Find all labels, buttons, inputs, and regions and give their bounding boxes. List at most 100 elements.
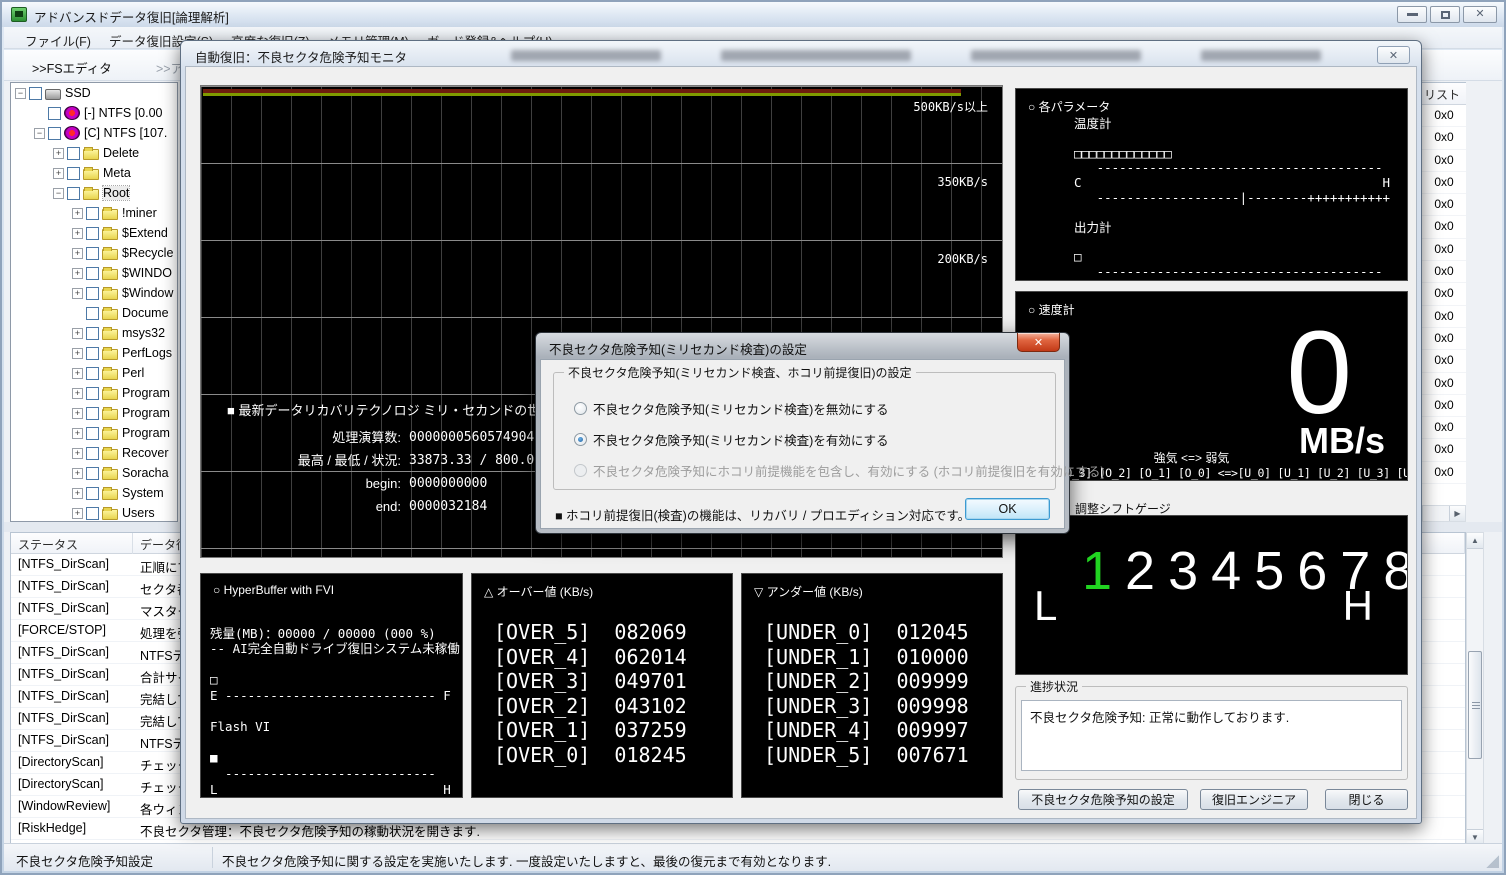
expand-plus-icon[interactable]: +	[72, 368, 83, 379]
expand-plus-icon[interactable]: +	[72, 508, 83, 519]
toolbar-item-fs-editor[interactable]: >>FSエディタ	[32, 58, 112, 77]
hex-list-item[interactable]: 0x0	[1422, 127, 1466, 149]
tree-item[interactable]: −[C] NTFS [107.	[11, 123, 177, 143]
tree-checkbox[interactable]	[86, 327, 99, 340]
hex-list-item[interactable]: 0x0	[1422, 150, 1466, 172]
expand-plus-icon[interactable]: +	[72, 408, 83, 419]
tree-item[interactable]: +$Recycle	[11, 243, 177, 263]
hex-list-item[interactable]: 0x0	[1422, 350, 1466, 372]
tree-item[interactable]: −Root	[11, 183, 177, 203]
scroll-right-arrow-icon[interactable]: ▶	[1449, 506, 1465, 521]
tree-checkbox[interactable]	[86, 247, 99, 260]
tree-checkbox[interactable]	[86, 427, 99, 440]
hex-list-item[interactable]: 0x0	[1422, 194, 1466, 216]
hex-list-item[interactable]: 0x0	[1422, 172, 1466, 194]
tree-checkbox[interactable]	[29, 87, 42, 100]
tree-checkbox[interactable]	[86, 307, 99, 320]
maximize-button[interactable]	[1430, 6, 1460, 23]
collapse-minus-icon[interactable]: −	[15, 88, 26, 99]
tree-item[interactable]: +!miner	[11, 203, 177, 223]
settings-button[interactable]: 不良セクタ危険予知の設定	[1018, 789, 1188, 810]
tree-checkbox[interactable]	[86, 487, 99, 500]
table-vscrollbar[interactable]: ▲ ▼	[1466, 532, 1484, 846]
hex-list-item[interactable]: 0x0	[1422, 395, 1466, 417]
hex-list-item[interactable]: 0x0	[1422, 328, 1466, 350]
tree-checkbox[interactable]	[86, 207, 99, 220]
tree-item[interactable]: +Delete	[11, 143, 177, 163]
tree-item[interactable]: −SSD	[11, 83, 177, 103]
scrollbar-thumb[interactable]	[1468, 651, 1482, 759]
hex-list-hscrollbar[interactable]: ▶	[1422, 505, 1466, 522]
expand-plus-icon[interactable]: +	[72, 228, 83, 239]
scroll-up-arrow-icon[interactable]: ▲	[1467, 533, 1483, 549]
tree-checkbox[interactable]	[86, 447, 99, 460]
tree-checkbox[interactable]	[67, 187, 80, 200]
hex-list-item[interactable]: 0x0	[1422, 462, 1466, 484]
monitor-close-button[interactable]: ✕	[1377, 46, 1410, 64]
tree-checkbox[interactable]	[86, 467, 99, 480]
settings-close-button[interactable]: ✕	[1017, 333, 1060, 352]
tree-checkbox[interactable]	[67, 147, 80, 160]
tree-checkbox[interactable]	[86, 347, 99, 360]
expand-plus-icon[interactable]: +	[72, 468, 83, 479]
expand-plus-icon[interactable]: +	[72, 248, 83, 259]
expand-plus-icon[interactable]: +	[53, 148, 64, 159]
hex-list-item[interactable]: 0x0	[1422, 283, 1466, 305]
tree-checkbox[interactable]	[86, 507, 99, 520]
tree-item[interactable]: +Recover	[11, 443, 177, 463]
expand-plus-icon[interactable]: +	[72, 388, 83, 399]
tree-item[interactable]: +Meta	[11, 163, 177, 183]
hex-list-header[interactable]: リスト	[1422, 83, 1466, 105]
tree-item[interactable]: +Program	[11, 403, 177, 423]
tree-checkbox[interactable]	[86, 287, 99, 300]
expand-plus-icon[interactable]: +	[72, 208, 83, 219]
tree-item[interactable]: +Program	[11, 423, 177, 443]
expand-plus-icon[interactable]: +	[72, 488, 83, 499]
tree-item[interactable]: +$Extend	[11, 223, 177, 243]
tree-item[interactable]: Docume	[11, 303, 177, 323]
collapse-minus-icon[interactable]: −	[53, 188, 64, 199]
tree-item[interactable]: +$WINDO	[11, 263, 177, 283]
resize-grip[interactable]	[1486, 855, 1499, 868]
tree-checkbox[interactable]	[67, 167, 80, 180]
tree-item[interactable]: +System	[11, 483, 177, 503]
minimize-button[interactable]	[1397, 6, 1427, 23]
hex-list-item[interactable]: 0x0	[1422, 261, 1466, 283]
recovery-engineer-button[interactable]: 復旧エンジニア	[1200, 789, 1308, 810]
expand-plus-icon[interactable]: +	[72, 268, 83, 279]
tree-checkbox[interactable]	[48, 127, 61, 140]
tree-checkbox[interactable]	[86, 267, 99, 280]
collapse-minus-icon[interactable]: −	[34, 128, 45, 139]
expand-plus-icon[interactable]: +	[72, 448, 83, 459]
expand-plus-icon[interactable]: +	[72, 288, 83, 299]
hex-list-item[interactable]: 0x0	[1422, 439, 1466, 461]
tree-item[interactable]: +msys32	[11, 323, 177, 343]
tree-item[interactable]: +Users	[11, 503, 177, 522]
radio-option[interactable]: 不良セクタ危険予知(ミリセカンド検査)を無効にする	[574, 399, 888, 418]
expand-plus-icon[interactable]: +	[53, 168, 64, 179]
tree-checkbox[interactable]	[86, 227, 99, 240]
tree-checkbox[interactable]	[86, 387, 99, 400]
expand-plus-icon[interactable]: +	[72, 428, 83, 439]
hex-list-item[interactable]: 0x0	[1422, 105, 1466, 127]
ok-button[interactable]: OK	[965, 498, 1050, 520]
tree-item[interactable]: +Perl	[11, 363, 177, 383]
hex-list-item[interactable]: 0x0	[1422, 216, 1466, 238]
expand-plus-icon[interactable]: +	[72, 348, 83, 359]
tree-item[interactable]: +PerfLogs	[11, 343, 177, 363]
hex-list-item[interactable]: 0x0	[1422, 239, 1466, 261]
close-button[interactable]: ✕	[1463, 6, 1497, 23]
radio-option[interactable]: 不良セクタ危険予知(ミリセカンド検査)を有効にする	[574, 430, 888, 449]
hex-list-item[interactable]: 0x0	[1422, 417, 1466, 439]
tree-item[interactable]: [-] NTFS [0.00	[11, 103, 177, 123]
expand-plus-icon[interactable]: +	[72, 328, 83, 339]
tree-checkbox[interactable]	[86, 367, 99, 380]
tree-item[interactable]: +Soracha	[11, 463, 177, 483]
hex-list-item[interactable]: 0x0	[1422, 306, 1466, 328]
menu-item-0[interactable]: ファイル(F)	[16, 27, 100, 50]
tree-item[interactable]: +Program	[11, 383, 177, 403]
tree-checkbox[interactable]	[86, 407, 99, 420]
column-header-status[interactable]: ステータス	[11, 533, 133, 554]
tree-item[interactable]: +$Window	[11, 283, 177, 303]
close-dialog-button[interactable]: 閉じる	[1325, 789, 1408, 810]
